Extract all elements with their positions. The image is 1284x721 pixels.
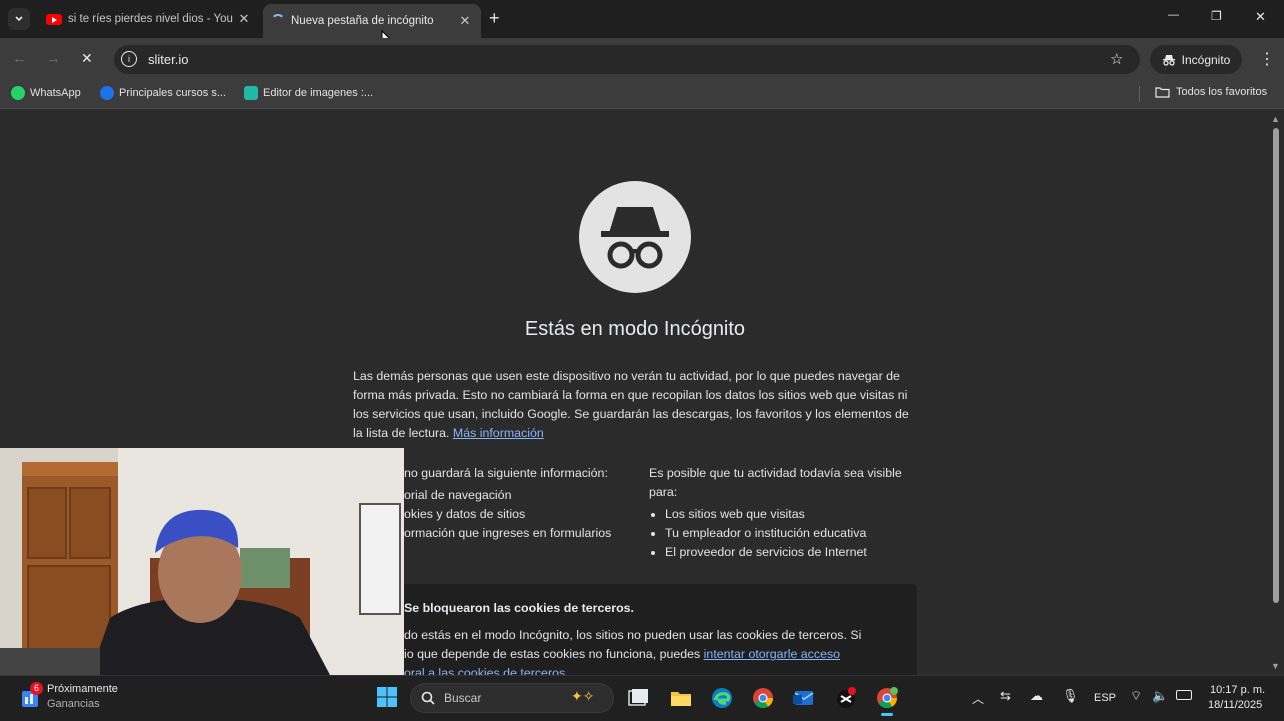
weather-widget[interactable]: 6 Próximamente Ganancias (20, 681, 140, 715)
bookmark-whatsapp[interactable]: WhatsApp (11, 86, 81, 100)
search-placeholder: Buscar (444, 691, 482, 705)
youtube-icon (46, 13, 62, 25)
bookmark-label: WhatsApp (30, 87, 81, 99)
menu-kebab-icon[interactable]: ⋮ (1259, 49, 1275, 69)
outlook-icon[interactable] (792, 686, 816, 710)
intro-text: Las demás personas que usen este disposi… (353, 369, 909, 440)
back-button[interactable]: ← (12, 50, 27, 67)
volume-icon[interactable]: 🔈 (1152, 688, 1168, 704)
list-item: El proveedor de servicios de Internet (665, 543, 917, 562)
language-indicator[interactable]: ESP (1094, 692, 1116, 704)
capcut-icon[interactable] (834, 686, 858, 710)
whatsapp-icon (11, 86, 25, 100)
editor-icon (244, 86, 258, 100)
cookie-text-line: io que depende de estas cookies no funci… (404, 647, 704, 661)
incognito-spy-icon (579, 181, 691, 293)
chevron-down-icon (15, 16, 23, 22)
new-tab-button[interactable]: + (489, 8, 500, 29)
onedrive-icon[interactable]: ☁ (1030, 688, 1043, 704)
folder-icon (1155, 87, 1170, 98)
search-highlight-icon: ✦✧ (571, 688, 595, 704)
cookie-card-title: Se bloquearon las cookies de terceros. (404, 601, 635, 615)
bookmark-label: Todos los favoritos (1176, 86, 1268, 98)
visible-to-title: Es posible que tu actividad todavía sea … (649, 466, 902, 499)
list-item: orial de navegación (404, 488, 512, 502)
scroll-down-arrow[interactable]: ▼ (1271, 661, 1280, 671)
webcam-overlay (0, 448, 404, 675)
loading-spinner-icon (271, 14, 285, 28)
url-text[interactable]: sliter.io (148, 52, 188, 67)
intro-paragraph: Las demás personas que usen este disposi… (353, 367, 913, 443)
battery-icon[interactable] (1176, 690, 1192, 700)
search-icon (421, 691, 435, 705)
not-saved-column: no guardará la siguiente información: or… (404, 464, 634, 543)
incognito-icon (1162, 54, 1175, 66)
wifi-icon[interactable]: ⌔ (1130, 688, 1142, 704)
incognito-label: Incógnito (1181, 52, 1231, 67)
stop-loading-button[interactable]: ✕ (81, 50, 93, 67)
list-item: ormación que ingreses en formularios (404, 526, 612, 540)
tray-overflow-icon[interactable]: ︿ (972, 690, 984, 707)
microphone-icon[interactable]: 🎙 (1062, 688, 1079, 704)
address-bar[interactable] (114, 45, 1140, 74)
forward-button[interactable]: → (46, 50, 61, 67)
scroll-thumb[interactable] (1273, 128, 1279, 603)
list-item: Los sitios web que visitas (665, 505, 917, 524)
tab-title: Nueva pestaña de incógnito (291, 15, 434, 27)
clock-time[interactable]: 10:17 p. m. (1210, 684, 1265, 696)
incognito-profile-chip[interactable]: Incógnito (1150, 45, 1242, 74)
bookmark-label: Editor de imagenes :... (263, 87, 374, 99)
tab-incognito[interactable]: Nueva pestaña de incógnito ✕ (263, 4, 481, 38)
scroll-up-arrow[interactable]: ▲ (1271, 114, 1280, 124)
tab-search-button[interactable] (8, 8, 30, 30)
chrome-incognito-icon[interactable] (875, 686, 899, 710)
close-tab-icon[interactable]: ✕ (236, 11, 252, 27)
chrome-icon[interactable] (751, 686, 775, 710)
minimize-button[interactable]: — (1168, 9, 1179, 21)
coursera-icon (100, 86, 114, 100)
bookmark-star-icon[interactable]: ☆ (1110, 50, 1123, 68)
close-tab-icon[interactable]: ✕ (457, 13, 473, 29)
widget-subtitle: Ganancias (47, 698, 100, 710)
tab-youtube[interactable]: si te ríes pierdes nivel dios - You ✕ (38, 4, 260, 34)
active-app-indicator (881, 713, 893, 716)
task-view-icon[interactable] (626, 686, 650, 710)
close-window-button[interactable]: ✕ (1255, 9, 1266, 25)
site-info-icon[interactable]: i (121, 51, 137, 67)
list-item: okies y datos de sitios (404, 507, 526, 521)
visible-to-column: Es posible que tu actividad todavía sea … (649, 464, 917, 562)
grant-access-link[interactable]: intentar otorgarle acceso (704, 647, 840, 661)
edge-icon[interactable] (710, 686, 734, 710)
list-item: Tu empleador o institución educativa (665, 524, 917, 543)
all-bookmarks-folder[interactable]: Todos los favoritos (1155, 86, 1267, 98)
more-info-link[interactable]: Más información (453, 426, 544, 440)
tray-app-icon[interactable]: ⇆ (1000, 688, 1011, 704)
notification-badge: 6 (30, 682, 43, 695)
cookie-text-line: do estás en el modo Incógnito, los sitio… (404, 628, 862, 642)
taskbar-search-input[interactable]: Buscar ✦✧ (410, 683, 614, 713)
file-explorer-icon[interactable] (669, 686, 693, 710)
not-saved-title: no guardará la siguiente información: (404, 466, 608, 480)
bookmark-cursos[interactable]: Principales cursos s... (100, 86, 226, 100)
page-title: Estás en modo Incógnito (524, 318, 746, 340)
bookmarks-divider (1139, 86, 1140, 102)
tab-title: si te ríes pierdes nivel dios - You (68, 13, 233, 25)
restore-button[interactable]: ❐ (1211, 9, 1222, 23)
bookmark-label: Principales cursos s... (119, 87, 226, 99)
windows-start-icon[interactable] (376, 686, 398, 708)
bookmark-editor[interactable]: Editor de imagenes :... (244, 86, 373, 100)
widget-title: Próximamente (47, 683, 118, 695)
clock-date[interactable]: 18/11/2025 (1208, 699, 1262, 711)
